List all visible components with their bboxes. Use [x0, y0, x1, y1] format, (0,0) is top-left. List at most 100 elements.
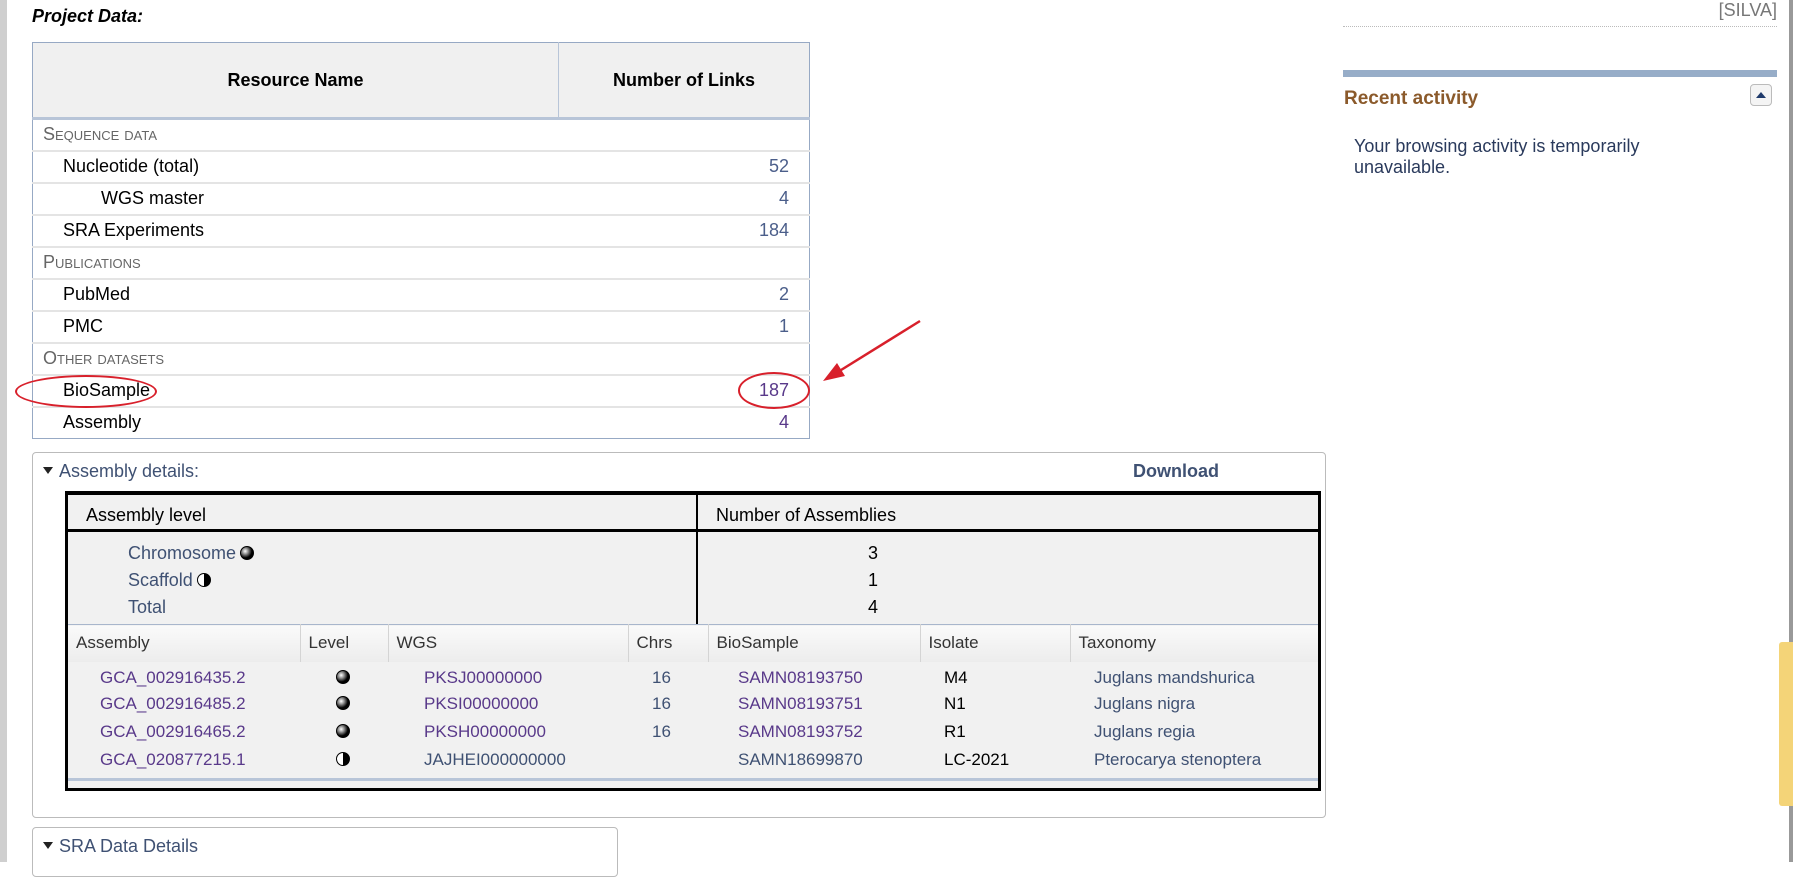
col-chrs[interactable]: Chrs — [627, 624, 708, 662]
annotation-arrow-icon — [823, 319, 921, 381]
category-label: Sequence data — [32, 117, 810, 151]
sra-data-details-panel: SRA Data Details — [32, 827, 618, 877]
project-data-table: Resource Name Number of Links Sequence da… — [32, 42, 810, 439]
resource-count-link[interactable]: 4 — [558, 405, 810, 439]
assembly-list-table: Assembly Level WGS Chrs BioSample Isolate Taxo… — [68, 624, 1318, 774]
triangle-up-icon — [1756, 92, 1766, 98]
assembly-details-panel: Assembly details: Download Assembly leve… — [32, 452, 1326, 818]
chrs-cell — [628, 746, 708, 774]
resource-name: WGS master — [32, 181, 559, 215]
assembly-row: GCA_002916485.2 PKSI00000000 16 SAMN0819… — [68, 690, 1318, 718]
category-row: Publications — [32, 245, 810, 279]
resource-count-link[interactable]: 52 — [558, 149, 810, 183]
assembly-table-wrap: Assembly level Number of Assemblies Chrom… — [65, 491, 1321, 791]
silva-row: [SILVA] — [1343, 0, 1777, 27]
full-circle-icon — [336, 669, 350, 684]
isolate-cell: N1 — [944, 693, 966, 713]
resource-count-link[interactable]: 2 — [558, 277, 810, 311]
half-circle-icon — [196, 573, 211, 587]
wgs-link[interactable]: PKSH00000000 — [388, 718, 628, 746]
download-link[interactable]: Download — [1133, 461, 1219, 482]
col-assembly[interactable]: Assembly — [68, 624, 300, 662]
assembly-row: GCA_020877215.1 JAJHEI000000000 SAMN1869… — [68, 746, 1318, 774]
biosample-link[interactable]: SAMN08193750 — [708, 662, 920, 690]
col-level[interactable]: Level — [299, 624, 388, 662]
biosample-link[interactable]: SAMN08193752 — [708, 718, 920, 746]
chromosome-count: 3 — [868, 543, 879, 563]
resource-row: PubMed 2 — [32, 277, 810, 311]
assembly-details-toggle[interactable]: Assembly details: — [43, 461, 199, 482]
resource-count-link[interactable]: 4 — [558, 181, 810, 215]
resource-count-link[interactable]: 184 — [558, 213, 810, 247]
assembly-link[interactable]: GCA_002916465.2 — [68, 718, 300, 746]
assembly-link[interactable]: GCA_020877215.1 — [68, 746, 300, 774]
silva-link[interactable]: [SILVA] — [1719, 0, 1777, 21]
isolate-cell: LC-2021 — [944, 749, 1010, 769]
resource-count-link[interactable]: 1 — [558, 309, 810, 343]
total-link[interactable]: Total — [128, 597, 166, 617]
col-resource-name: Resource Name — [32, 42, 559, 120]
col-number-of-assemblies: Number of Assemblies — [716, 505, 897, 525]
scaffold-link[interactable]: Scaffold — [128, 570, 193, 590]
annotation-circle-biosample — [15, 375, 157, 408]
level-cell — [300, 746, 388, 774]
recent-activity-text: Your browsing activity is temporarily un… — [1354, 136, 1640, 177]
taxonomy-link[interactable]: Juglans nigra — [1070, 690, 1318, 718]
left-edge — [0, 0, 7, 862]
chromosome-link[interactable]: Chromosome — [128, 543, 236, 563]
taxonomy-link[interactable]: Pterocarya stenoptera — [1070, 746, 1318, 774]
col-biosample[interactable]: BioSample — [707, 624, 920, 662]
recent-activity-title: Recent activity — [1344, 88, 1479, 109]
summary-levels: Chromosome Scaffold Total — [68, 532, 698, 624]
level-cell — [300, 690, 388, 718]
table-footer — [68, 777, 1318, 781]
full-circle-icon — [240, 546, 255, 560]
isolate-cell: M4 — [944, 667, 968, 687]
col-wgs[interactable]: WGS — [387, 624, 628, 662]
level-cell — [300, 662, 388, 690]
wgs-link[interactable]: PKSJ00000000 — [388, 662, 628, 690]
wgs-link[interactable]: JAJHEI000000000 — [388, 746, 628, 774]
wgs-link[interactable]: PKSI00000000 — [388, 690, 628, 718]
taxonomy-link[interactable]: Juglans mandshurica — [1070, 662, 1318, 690]
col-taxonomy[interactable]: Taxonomy — [1069, 624, 1318, 662]
scrollbar-thumb[interactable] — [1779, 642, 1793, 806]
col-number-of-links: Number of Links — [558, 42, 810, 120]
resource-row: Nucleotide (total) 52 — [32, 149, 810, 183]
project-data-title: Project Data: — [32, 6, 144, 26]
biosample-link[interactable]: SAMN08193751 — [708, 690, 920, 718]
category-label: Publications — [32, 245, 810, 279]
resource-row: PMC 1 — [32, 309, 810, 343]
isolate-cell: R1 — [944, 721, 966, 741]
summary-counts: 3 1 4 — [698, 532, 878, 624]
chrs-cell: 16 — [652, 667, 671, 687]
total-count: 4 — [868, 597, 879, 617]
resource-name: SRA Experiments — [32, 213, 559, 247]
resource-row: Assembly 4 — [32, 405, 810, 439]
resource-row: WGS master 4 — [32, 181, 810, 215]
col-assembly-level: Assembly level — [68, 495, 698, 529]
biosample-link[interactable]: SAMN18699870 — [708, 746, 920, 774]
category-label: Other datasets — [32, 341, 810, 375]
resource-name: PubMed — [32, 277, 559, 311]
category-row: Other datasets — [32, 341, 810, 375]
half-circle-icon — [336, 751, 350, 766]
chrs-cell: 16 — [652, 693, 671, 713]
full-circle-icon — [336, 723, 350, 738]
collapse-button[interactable] — [1750, 84, 1772, 106]
triangle-down-icon — [43, 842, 53, 849]
assembly-link[interactable]: GCA_002916435.2 — [68, 662, 300, 690]
sra-data-details-toggle[interactable]: SRA Data Details — [43, 836, 198, 857]
col-isolate[interactable]: Isolate — [919, 624, 1070, 662]
level-cell — [300, 718, 388, 746]
resource-name: Assembly — [32, 405, 559, 439]
assembly-row: GCA_002916465.2 PKSH00000000 16 SAMN0819… — [68, 718, 1318, 746]
annotation-circle-187 — [738, 372, 810, 409]
chrs-cell: 16 — [652, 721, 671, 741]
taxonomy-link[interactable]: Juglans regia — [1070, 718, 1318, 746]
assembly-row: GCA_002916435.2 PKSJ00000000 16 SAMN0819… — [68, 662, 1318, 690]
resource-name: Nucleotide (total) — [32, 149, 559, 183]
assembly-link[interactable]: GCA_002916485.2 — [68, 690, 300, 718]
triangle-down-icon — [43, 467, 53, 474]
resource-name: PMC — [32, 309, 559, 343]
